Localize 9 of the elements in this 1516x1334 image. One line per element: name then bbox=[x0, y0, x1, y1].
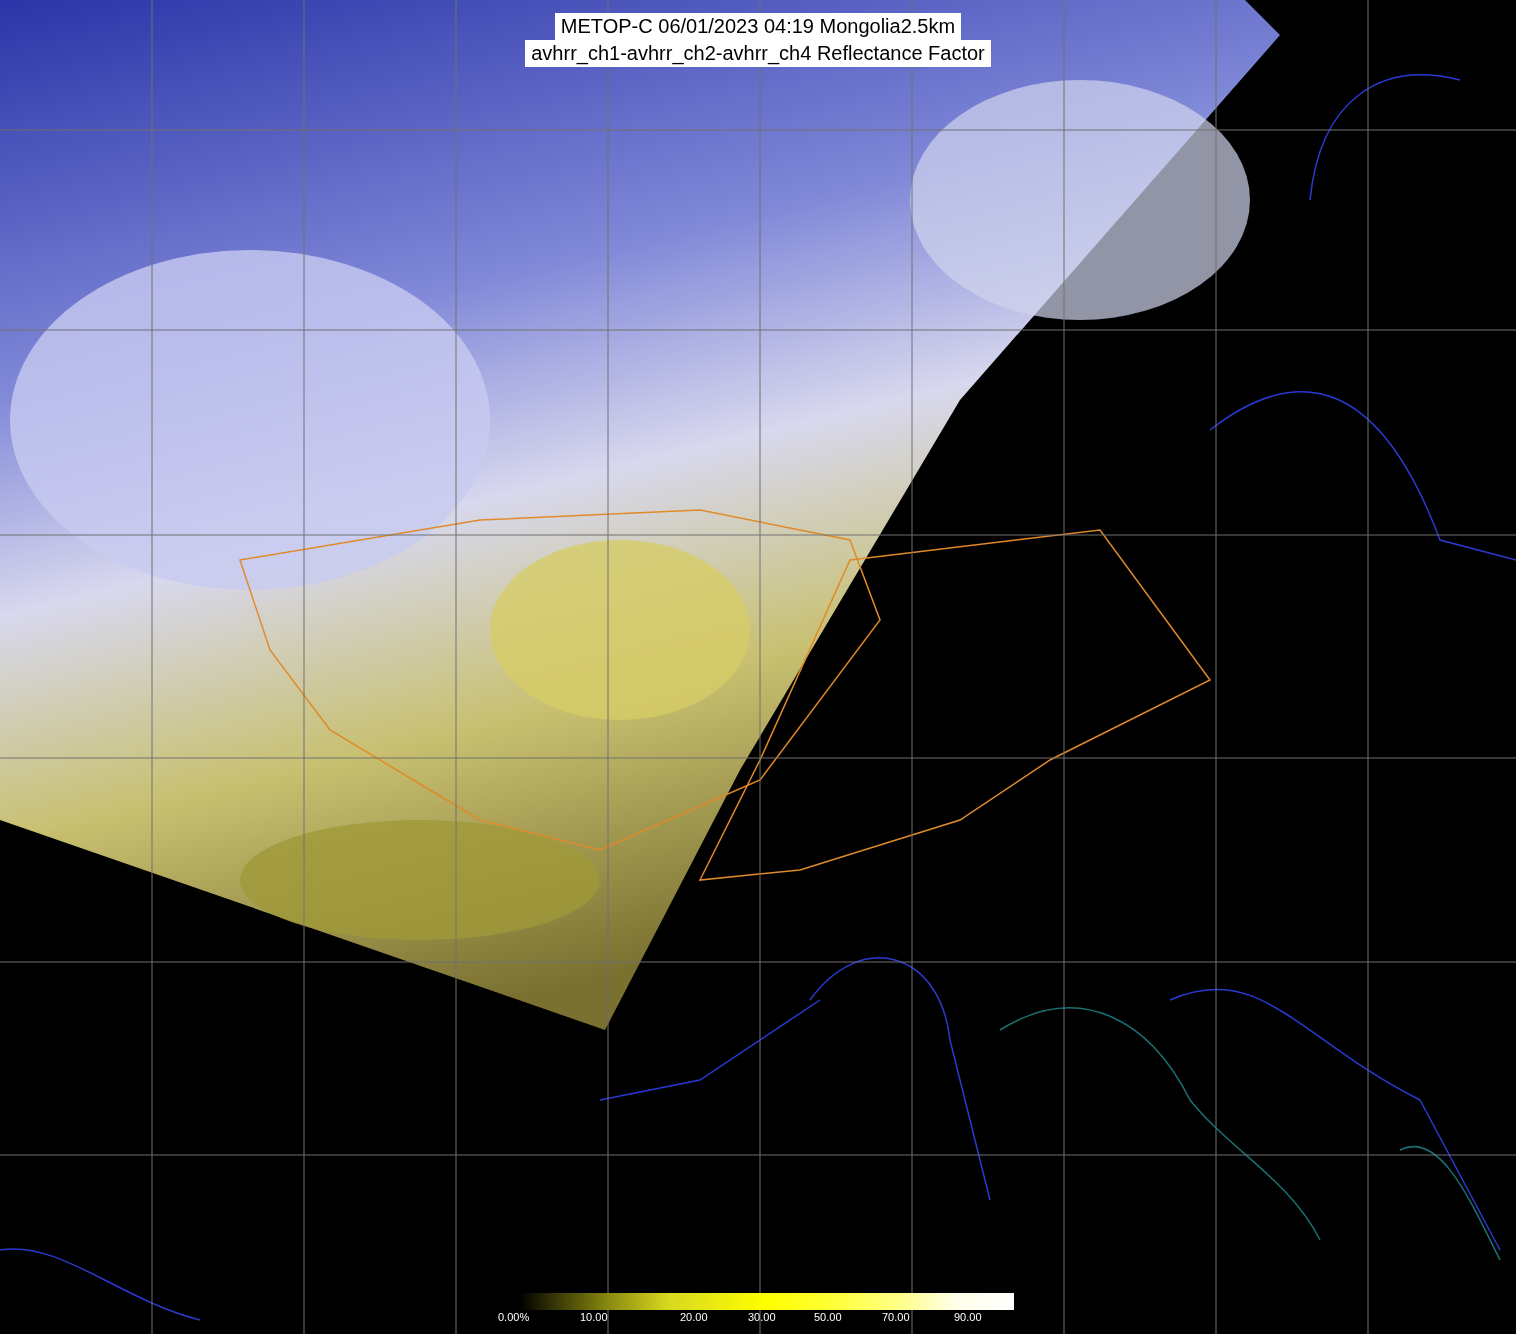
scale-label: 10.00 bbox=[580, 1311, 608, 1323]
scale-label: 0.00% bbox=[498, 1311, 530, 1323]
scale-label: 20.00 bbox=[680, 1311, 708, 1323]
scale-label: 90.00 bbox=[954, 1311, 982, 1323]
map-title: METOP-C 06/01/2023 04:19 Mongolia2.5km bbox=[554, 13, 962, 40]
scale-label: 30.00 bbox=[748, 1311, 776, 1323]
scale-label: 70.00 bbox=[882, 1311, 910, 1323]
scale-label: 50.00 bbox=[814, 1311, 842, 1323]
map-title: avhrr_ch1-avhrr_ch2-avhrr_ch4 Reflectance Factor bbox=[525, 40, 991, 67]
